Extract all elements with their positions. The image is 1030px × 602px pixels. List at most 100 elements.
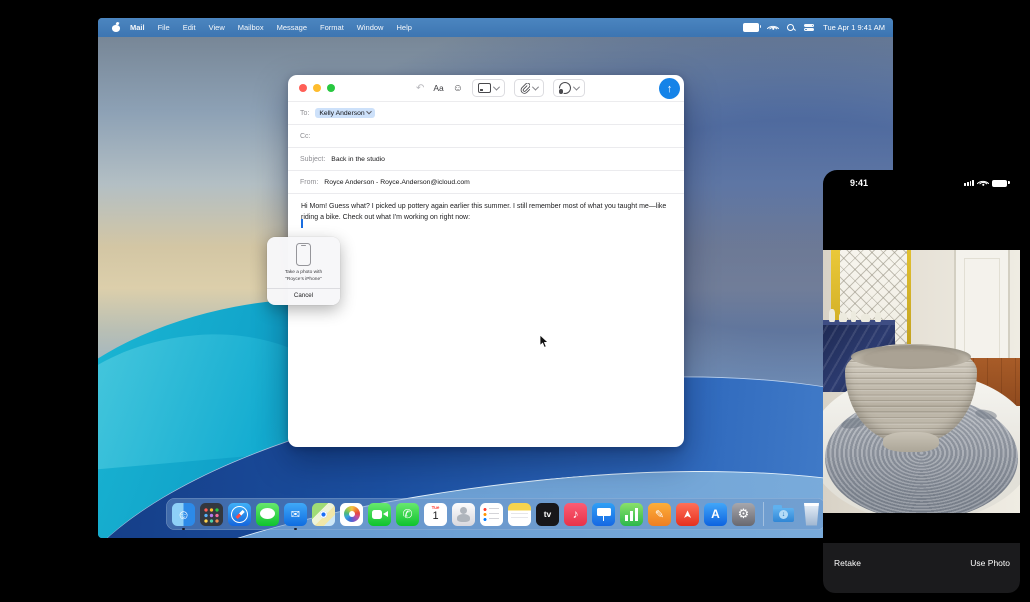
wifi-icon[interactable] xyxy=(768,24,778,32)
dock-icon-calendar[interactable]: Tue1 xyxy=(424,503,447,526)
continuity-camera-icon xyxy=(559,82,571,94)
continuity-camera-popover: Take a photo with “Royce’s iPhone” Cance… xyxy=(267,237,340,305)
battery-icon[interactable] xyxy=(743,23,759,32)
dock-icon-trash[interactable] xyxy=(803,503,820,526)
cc-field-row[interactable]: Cc: xyxy=(288,125,684,148)
menu-item-mailbox[interactable]: Mailbox xyxy=(238,23,264,32)
use-photo-button[interactable]: Use Photo xyxy=(970,558,1010,568)
iphone-clock: 9:41 xyxy=(850,178,868,188)
dock-separator xyxy=(763,502,764,526)
dock-icon-downloads[interactable]: ↓ xyxy=(772,503,795,526)
dock-icon-numbers[interactable] xyxy=(620,503,643,526)
dock-icon-launchpad[interactable] xyxy=(200,503,223,526)
dock-icon-phone[interactable]: ✆ xyxy=(396,503,419,526)
dock-icon-notes[interactable] xyxy=(508,503,531,526)
chevron-down-icon xyxy=(532,83,539,90)
menu-item-help[interactable]: Help xyxy=(396,23,411,32)
popover-message: Take a photo with “Royce’s iPhone” xyxy=(267,269,340,284)
dock-icon-safari[interactable] xyxy=(228,503,251,526)
window-controls xyxy=(299,84,335,92)
media-icon xyxy=(478,83,491,93)
menu-item-message[interactable]: Message xyxy=(277,23,307,32)
subject-value: Back in the studio xyxy=(331,156,385,163)
mouse-cursor xyxy=(539,334,550,349)
iphone-screen: 9:41 Retake Use Photo xyxy=(823,170,1020,595)
menu-item-view[interactable]: View xyxy=(209,23,225,32)
dock-icon-settings[interactable]: ⚙ xyxy=(732,503,755,526)
menu-item-window[interactable]: Window xyxy=(357,23,384,32)
dock-icons: ☺ ✉ ✆Tue1 tv♪ ✎➤A⚙ ↓ xyxy=(172,502,823,526)
dock-icon-music[interactable]: ♪ xyxy=(564,503,587,526)
screenshot-root: Mail File Edit View Mailbox Message Format Wind… xyxy=(0,0,1030,602)
subject-label: Subject: xyxy=(300,156,325,163)
dock-icon-maps[interactable] xyxy=(312,503,335,526)
dock-icon-finder[interactable]: ☺ xyxy=(172,503,195,526)
to-label: To: xyxy=(300,110,309,117)
cellular-signal-icon xyxy=(964,180,974,187)
retake-button[interactable]: Retake xyxy=(834,558,861,568)
recipient-name: Kelly Anderson xyxy=(319,110,364,117)
popover-line2: “Royce’s iPhone” xyxy=(267,276,340,283)
menu-item-edit[interactable]: Edit xyxy=(183,23,196,32)
cc-label: Cc: xyxy=(300,133,311,140)
control-center-icon[interactable] xyxy=(804,24,814,31)
menu-item-mail[interactable]: Mail xyxy=(130,23,145,32)
dock-icon-facetime[interactable] xyxy=(368,503,391,526)
iphone-status-icons xyxy=(964,179,1007,187)
compose-titlebar: ↶ Aa ☺ xyxy=(288,75,684,102)
format-button[interactable]: Aa xyxy=(433,83,443,93)
chevron-down-icon xyxy=(366,109,372,115)
paperclip-icon xyxy=(520,83,530,94)
dock-icon-pages[interactable]: ✎ xyxy=(648,503,671,526)
minimize-window-button[interactable] xyxy=(313,84,321,92)
attach-file-button[interactable] xyxy=(514,79,544,97)
compose-toolbar: ↶ Aa ☺ xyxy=(416,75,585,101)
from-field-row[interactable]: From: Royce Anderson - Royce.Anderson@ic… xyxy=(288,171,684,194)
recipient-token[interactable]: Kelly Anderson xyxy=(315,108,374,118)
apple-menu-icon[interactable] xyxy=(112,23,120,32)
message-body[interactable]: Hi Mom! Guess what? I picked up pottery … xyxy=(288,194,684,231)
undo-icon[interactable]: ↶ xyxy=(416,83,424,94)
mail-compose-window: ↶ Aa ☺ xyxy=(288,75,684,447)
dock-icon-photos[interactable] xyxy=(340,503,363,526)
text-insertion-caret xyxy=(301,219,303,228)
dock-icon-appstore[interactable]: A xyxy=(704,503,727,526)
mac-display: Mail File Edit View Mailbox Message Format Wind… xyxy=(98,18,893,538)
zoom-window-button[interactable] xyxy=(327,84,335,92)
dock: ☺ ✉ ✆Tue1 tv♪ ✎➤A⚙ ↓ xyxy=(166,498,826,530)
from-label: From: xyxy=(300,179,318,186)
wifi-icon xyxy=(978,179,988,187)
subject-field-row[interactable]: Subject: Back in the studio xyxy=(288,148,684,171)
to-field-row[interactable]: To: Kelly Anderson xyxy=(288,102,684,125)
stained-glass-right xyxy=(907,250,911,356)
from-value: Royce Anderson - Royce.Anderson@icloud.c… xyxy=(324,179,470,186)
dock-icon-rocket[interactable]: ➤ xyxy=(676,503,699,526)
photo-action-bar: Retake Use Photo xyxy=(823,543,1020,593)
ceramic-pieces xyxy=(825,306,895,322)
emoji-icon[interactable]: ☺ xyxy=(453,83,463,94)
camera-preview-pottery xyxy=(823,250,1020,513)
menu-item-file[interactable]: File xyxy=(158,23,170,32)
menu-items: Mail File Edit View Mailbox Message Format Wind… xyxy=(130,23,412,32)
menu-bar: Mail File Edit View Mailbox Message Format Wind… xyxy=(98,18,893,37)
iphone-icon xyxy=(296,243,311,266)
spotlight-search-icon[interactable] xyxy=(787,24,795,32)
battery-icon xyxy=(992,180,1007,187)
insert-from-iphone-button[interactable] xyxy=(553,79,585,97)
chevron-down-icon xyxy=(573,83,580,90)
menu-item-format[interactable]: Format xyxy=(320,23,344,32)
dock-icon-contacts[interactable] xyxy=(452,503,475,526)
dock-icon-tv[interactable]: tv xyxy=(536,503,559,526)
dock-icon-keynote[interactable] xyxy=(592,503,615,526)
chevron-down-icon xyxy=(493,83,500,90)
dock-icon-mail[interactable]: ✉ xyxy=(284,503,307,526)
menu-bar-clock[interactable]: Tue Apr 1 9:41 AM xyxy=(823,23,885,32)
dock-icon-messages[interactable] xyxy=(256,503,279,526)
popover-line1: Take a photo with xyxy=(267,269,340,276)
cancel-button[interactable]: Cancel xyxy=(267,289,340,303)
menu-bar-status: Tue Apr 1 9:41 AM xyxy=(743,18,885,37)
send-button[interactable]: ↑ xyxy=(659,78,680,99)
photo-browser-button[interactable] xyxy=(472,79,505,97)
dock-icon-reminders[interactable] xyxy=(480,503,503,526)
close-window-button[interactable] xyxy=(299,84,307,92)
